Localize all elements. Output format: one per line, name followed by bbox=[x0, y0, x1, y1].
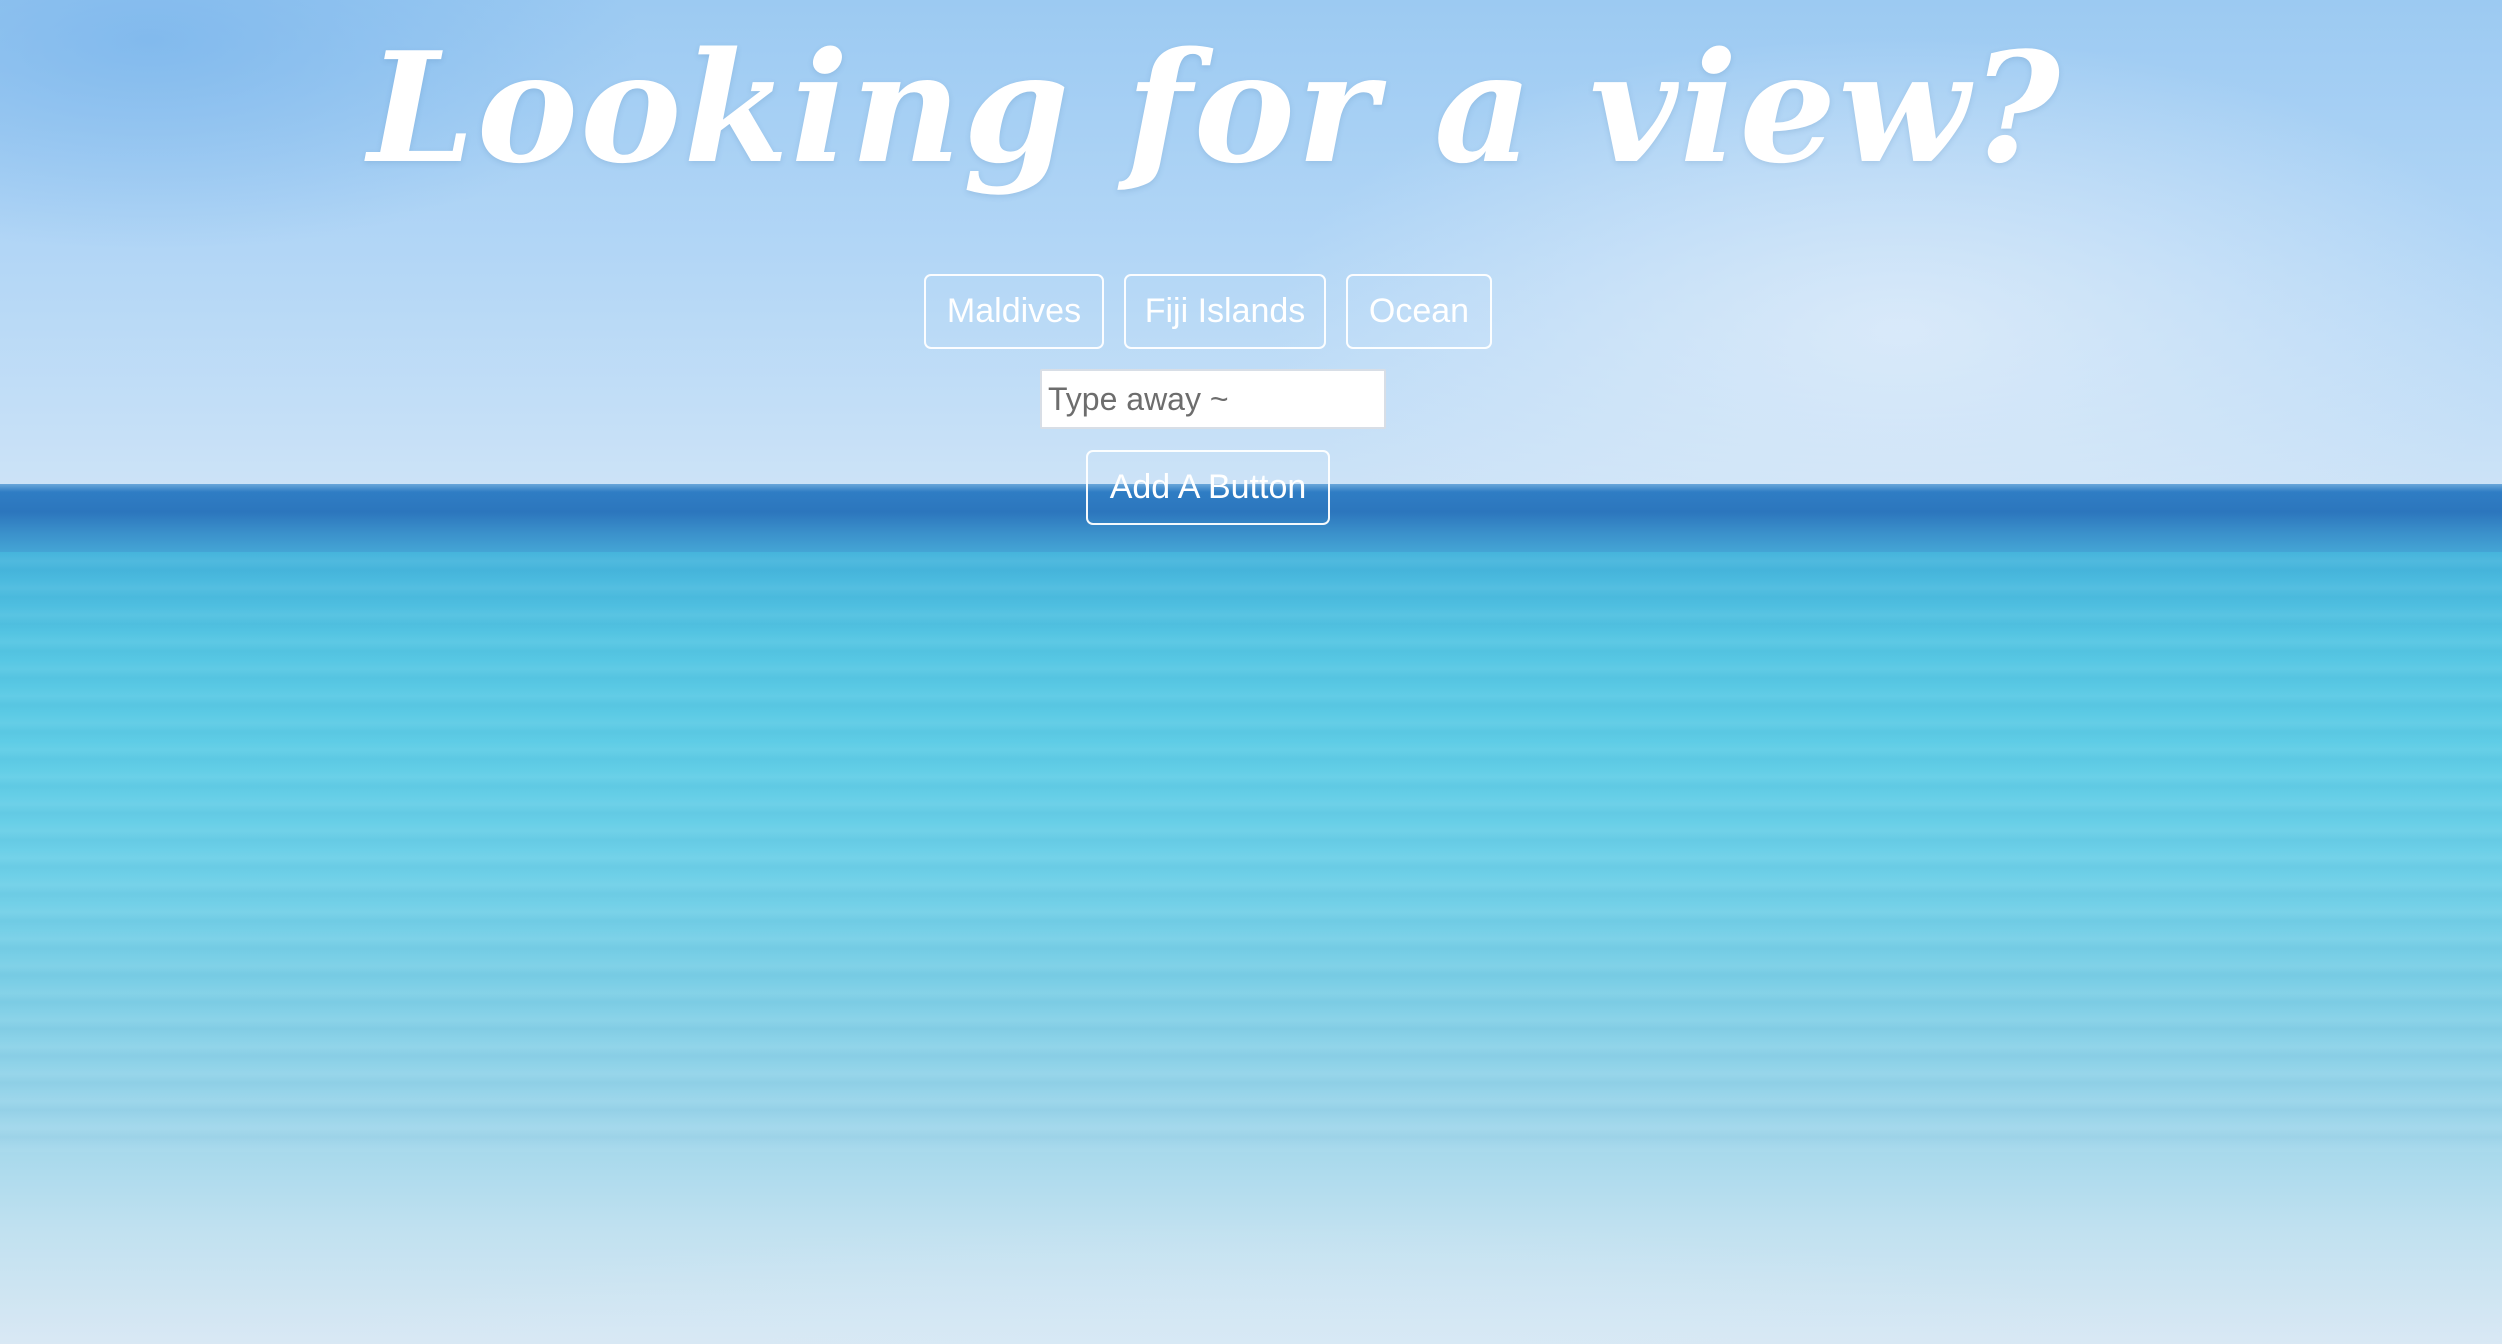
new-button-name-input[interactable] bbox=[1040, 369, 1386, 429]
maldives-button[interactable]: Maldives bbox=[924, 274, 1104, 349]
page-title: Looking for a view? bbox=[367, 18, 2063, 197]
fiji-islands-button[interactable]: Fiji Islands bbox=[1124, 274, 1326, 349]
beach-background bbox=[0, 0, 2502, 1344]
sea-streaks bbox=[0, 552, 2502, 1152]
ocean-button[interactable]: Ocean bbox=[1346, 274, 1492, 349]
add-button-button[interactable]: Add A Button bbox=[1086, 450, 1330, 525]
